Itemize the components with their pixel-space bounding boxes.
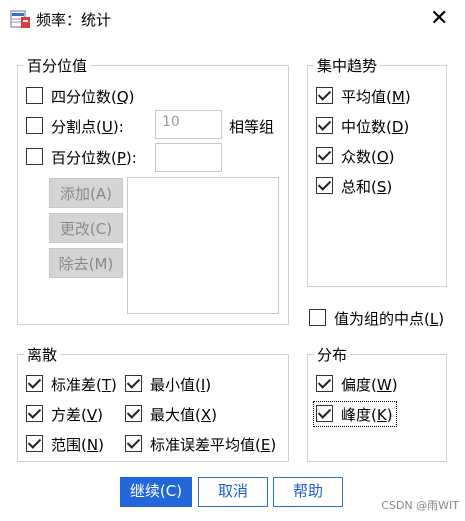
cancel-button[interactable]: 取消 (198, 477, 268, 507)
median-label: 中位数(D) (341, 118, 410, 136)
se-mean-checkbox[interactable] (125, 435, 142, 452)
help-button[interactable]: 帮助 (273, 477, 343, 507)
variance-checkbox[interactable] (26, 405, 43, 422)
midpoint-label: 值为组的中点(L) (334, 310, 445, 328)
sum-label: 总和(S) (341, 178, 393, 196)
cut-points-input[interactable]: 10 (155, 110, 222, 139)
variance-label: 方差(V) (51, 406, 103, 424)
minimum-checkbox[interactable] (125, 375, 142, 392)
focus-indicator (313, 401, 397, 427)
continue-button[interactable]: 继续(C) (120, 477, 192, 507)
percentile-legend: 百分位值 (24, 55, 91, 76)
remove-button[interactable]: 除去(M) (49, 248, 123, 278)
cut-points-checkbox[interactable] (26, 117, 43, 134)
quartiles-label: 四分位数(Q) (51, 88, 135, 106)
percentiles-list[interactable] (127, 177, 279, 314)
add-button[interactable]: 添加(A) (49, 178, 123, 208)
skewness-label: 偏度(W) (341, 376, 398, 394)
mode-label: 众数(O) (341, 148, 395, 166)
change-button[interactable]: 更改(C) (49, 213, 123, 243)
window-title: 频率：统计 (36, 11, 112, 29)
quartiles-checkbox[interactable] (26, 87, 43, 104)
percentiles-input[interactable] (155, 143, 222, 172)
cut-points-label: 分割点(U): (51, 118, 124, 136)
std-dev-label: 标准差(T) (51, 376, 117, 394)
dispersion-legend: 离散 (24, 344, 61, 365)
percentiles-checkbox[interactable] (26, 148, 43, 165)
mean-label: 平均值(M) (341, 88, 411, 106)
title-bar: 频率：统计 ✕ (0, 0, 465, 40)
distribution-legend: 分布 (314, 344, 351, 365)
sum-checkbox[interactable] (316, 177, 333, 194)
percentiles-label: 百分位数(P): (51, 149, 137, 167)
mode-checkbox[interactable] (316, 147, 333, 164)
range-checkbox[interactable] (26, 435, 43, 452)
app-icon (10, 8, 32, 30)
close-icon[interactable]: ✕ (430, 8, 448, 30)
maximum-checkbox[interactable] (125, 405, 142, 422)
std-dev-checkbox[interactable] (26, 375, 43, 392)
mean-checkbox[interactable] (316, 87, 333, 104)
watermark: CSDN @雨WIT (381, 499, 459, 512)
equal-groups-label: 相等组 (229, 118, 275, 136)
central-tendency-legend: 集中趋势 (314, 55, 381, 76)
maximum-label: 最大值(X) (150, 406, 217, 424)
se-mean-label: 标准误差平均值(E) (150, 436, 277, 454)
minimum-label: 最小值(I) (150, 376, 212, 394)
median-checkbox[interactable] (316, 117, 333, 134)
midpoint-checkbox[interactable] (309, 309, 326, 326)
range-label: 范围(N) (51, 436, 104, 454)
skewness-checkbox[interactable] (316, 375, 333, 392)
